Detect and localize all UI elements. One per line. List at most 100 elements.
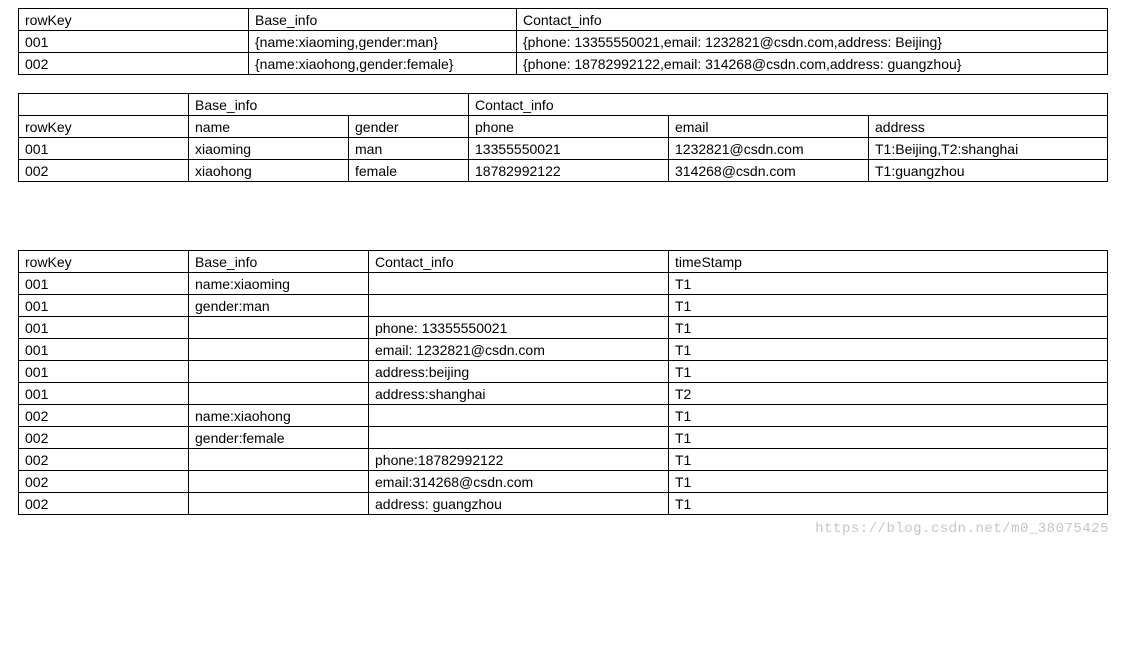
- cell: [189, 383, 369, 405]
- cell: man: [349, 138, 469, 160]
- cell: 002: [19, 471, 189, 493]
- subheader-cell: rowKey: [19, 116, 189, 138]
- header-cell: timeStamp: [669, 251, 1108, 273]
- cell: {name:xiaoming,gender:man}: [249, 31, 517, 53]
- cell: [189, 317, 369, 339]
- subheader-cell: email: [669, 116, 869, 138]
- cell: [189, 449, 369, 471]
- cell: {name:xiaohong,gender:female}: [249, 53, 517, 75]
- header-cell: rowKey: [19, 9, 249, 31]
- cell: [369, 273, 669, 295]
- table-row: rowKey Base_info Contact_info timeStamp: [19, 251, 1108, 273]
- cell: T1: [669, 427, 1108, 449]
- cell: address:shanghai: [369, 383, 669, 405]
- cell: T1: [669, 295, 1108, 317]
- cell: 001: [19, 31, 249, 53]
- subheader-cell: name: [189, 116, 349, 138]
- cell: [369, 427, 669, 449]
- cell: 002: [19, 427, 189, 449]
- table-row: 001 xiaoming man 13355550021 1232821@csd…: [19, 138, 1108, 160]
- table-row: 001 name:xiaoming T1: [19, 273, 1108, 295]
- header-cell: Contact_info: [369, 251, 669, 273]
- cell: name:xiaohong: [189, 405, 369, 427]
- header-cell: Base_info: [189, 94, 469, 116]
- cell: xiaoming: [189, 138, 349, 160]
- table-row: 002 phone:18782992122 T1: [19, 449, 1108, 471]
- cell: T1: [669, 317, 1108, 339]
- header-cell: Contact_info: [517, 9, 1108, 31]
- cell: T1:guangzhou: [869, 160, 1108, 182]
- cell: 002: [19, 493, 189, 515]
- table-compact: rowKey Base_info Contact_info 001 {name:…: [18, 8, 1108, 75]
- cell: [189, 339, 369, 361]
- cell: T1: [669, 449, 1108, 471]
- cell: 1232821@csdn.com: [669, 138, 869, 160]
- table-flat-rows: rowKey Base_info Contact_info timeStamp …: [18, 250, 1108, 515]
- cell: [369, 295, 669, 317]
- table-row: 001 email: 1232821@csdn.com T1: [19, 339, 1108, 361]
- cell: address:beijing: [369, 361, 669, 383]
- cell: 001: [19, 317, 189, 339]
- cell: 002: [19, 53, 249, 75]
- cell: T1: [669, 493, 1108, 515]
- table-row: 001 phone: 13355550021 T1: [19, 317, 1108, 339]
- cell: T1: [669, 273, 1108, 295]
- cell: [189, 471, 369, 493]
- cell: [369, 405, 669, 427]
- cell: T2: [669, 383, 1108, 405]
- table-row: 001 address:shanghai T2: [19, 383, 1108, 405]
- cell: T1: [669, 405, 1108, 427]
- cell: 13355550021: [469, 138, 669, 160]
- cell: 001: [19, 383, 189, 405]
- watermark-text: https://blog.csdn.net/m0_38075425: [815, 521, 1109, 537]
- cell: 002: [19, 160, 189, 182]
- cell: name:xiaoming: [189, 273, 369, 295]
- cell: gender:female: [189, 427, 369, 449]
- cell: T1: [669, 339, 1108, 361]
- table-row: 002 xiaohong female 18782992122 314268@c…: [19, 160, 1108, 182]
- table-row: 001 gender:man T1: [19, 295, 1108, 317]
- cell: 001: [19, 273, 189, 295]
- table-row: 001 address:beijing T1: [19, 361, 1108, 383]
- table-row: rowKey name gender phone email address: [19, 116, 1108, 138]
- cell: 002: [19, 449, 189, 471]
- cell: phone:18782992122: [369, 449, 669, 471]
- subheader-cell: gender: [349, 116, 469, 138]
- subheader-cell: phone: [469, 116, 669, 138]
- header-cell: [19, 94, 189, 116]
- cell: email: 1232821@csdn.com: [369, 339, 669, 361]
- subheader-cell: address: [869, 116, 1108, 138]
- cell: address: guangzhou: [369, 493, 669, 515]
- table-row: 002 gender:female T1: [19, 427, 1108, 449]
- table-row: 002 {name:xiaohong,gender:female} {phone…: [19, 53, 1108, 75]
- cell: 001: [19, 138, 189, 160]
- header-cell: Base_info: [189, 251, 369, 273]
- cell: 001: [19, 361, 189, 383]
- header-cell: Base_info: [249, 9, 517, 31]
- table-row: rowKey Base_info Contact_info: [19, 9, 1108, 31]
- cell: phone: 13355550021: [369, 317, 669, 339]
- cell: {phone: 13355550021,email: 1232821@csdn.…: [517, 31, 1108, 53]
- table-row: Base_info Contact_info: [19, 94, 1108, 116]
- cell: xiaohong: [189, 160, 349, 182]
- cell: [189, 361, 369, 383]
- cell: 001: [19, 295, 189, 317]
- table-row: 001 {name:xiaoming,gender:man} {phone: 1…: [19, 31, 1108, 53]
- cell: email:314268@csdn.com: [369, 471, 669, 493]
- header-cell: Contact_info: [469, 94, 1108, 116]
- cell: gender:man: [189, 295, 369, 317]
- cell: 314268@csdn.com: [669, 160, 869, 182]
- cell: T1: [669, 471, 1108, 493]
- cell: 002: [19, 405, 189, 427]
- cell: T1: [669, 361, 1108, 383]
- cell: {phone: 18782992122,email: 314268@csdn.c…: [517, 53, 1108, 75]
- cell: female: [349, 160, 469, 182]
- header-cell: rowKey: [19, 251, 189, 273]
- cell: 18782992122: [469, 160, 669, 182]
- table-row: 002 name:xiaohong T1: [19, 405, 1108, 427]
- table-row: 002 address: guangzhou T1: [19, 493, 1108, 515]
- table-row: 002 email:314268@csdn.com T1: [19, 471, 1108, 493]
- cell: [189, 493, 369, 515]
- cell: T1:Beijing,T2:shanghai: [869, 138, 1108, 160]
- cell: 001: [19, 339, 189, 361]
